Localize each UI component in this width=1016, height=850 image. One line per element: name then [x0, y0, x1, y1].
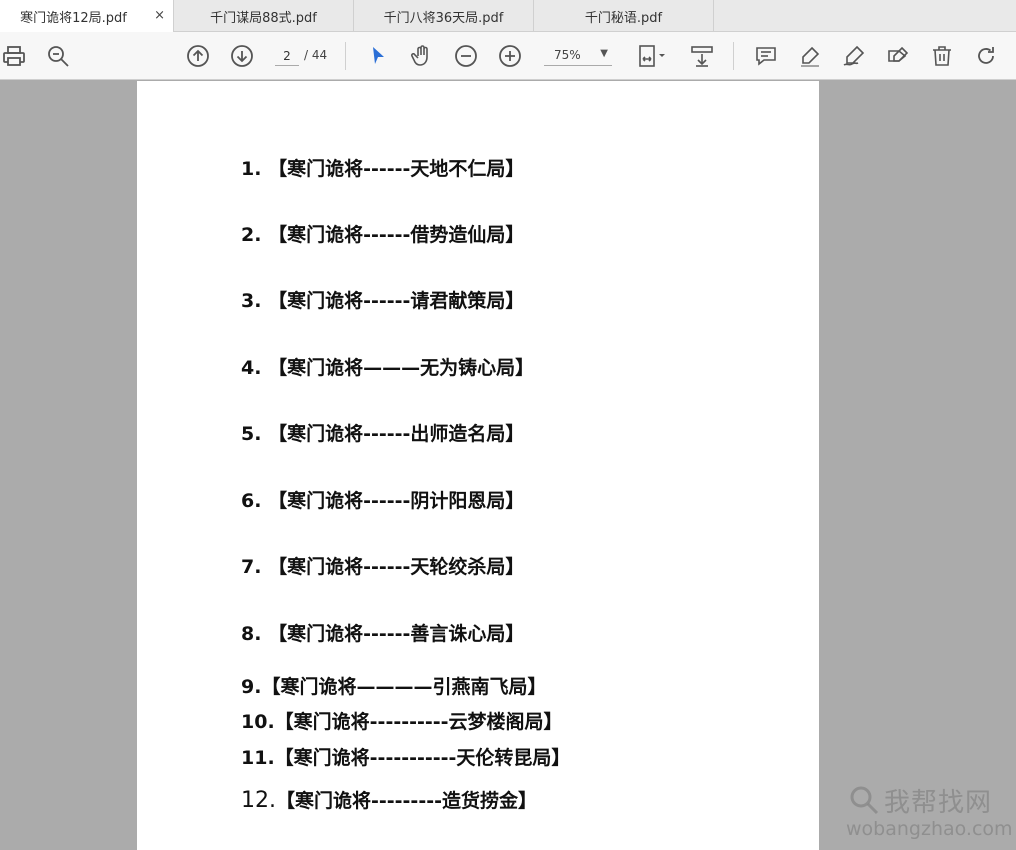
- tab-label: 千门秘语.pdf: [584, 10, 663, 26]
- list-item: 12.【寒门诡将---------造货捞金】: [241, 788, 537, 813]
- tab-label: 千门八将36天局.pdf: [383, 10, 504, 26]
- close-icon[interactable]: ×: [154, 8, 165, 23]
- watermark-url: wobangzhao.com: [846, 818, 1013, 840]
- next-page-icon[interactable]: [228, 42, 256, 70]
- list-item: 1. 【寒门诡将------天地不仁局】: [241, 158, 525, 180]
- zoom-select[interactable]: 75% ▼: [544, 46, 612, 66]
- list-item: 11.【寒门诡将-----------天伦转昆局】: [241, 747, 571, 769]
- toolbar: / 44 75% ▼: [0, 32, 1016, 80]
- separator: [733, 42, 734, 70]
- chevron-down-icon: ▼: [600, 48, 608, 59]
- redo-icon[interactable]: [972, 42, 1000, 70]
- tab-qianmen-miyu[interactable]: 千门秘语.pdf: [534, 0, 714, 32]
- list-item: 6. 【寒门诡将------阴计阳恩局】: [241, 490, 525, 512]
- page-number-input[interactable]: [275, 46, 299, 66]
- list-item: 9.【寒门诡将————引燕南飞局】: [241, 676, 547, 698]
- tab-bar: 寒门诡将12局.pdf × 千门谋局88式.pdf 千门八将36天局.pdf 千…: [0, 0, 1016, 33]
- hand-icon[interactable]: [408, 42, 436, 70]
- zoom-out-icon[interactable]: [452, 42, 480, 70]
- sign-icon[interactable]: [884, 42, 912, 70]
- list-item: 7. 【寒门诡将------天轮绞杀局】: [241, 556, 525, 578]
- scroll-mode-icon[interactable]: [688, 42, 716, 70]
- page-total: / 44: [304, 48, 328, 62]
- watermark-logo: 我帮找网 wobangzhao.com: [846, 780, 1013, 842]
- fit-page-icon[interactable]: [634, 42, 670, 70]
- magnifier-icon: [850, 786, 879, 815]
- tab-label: 寒门诡将12局.pdf: [20, 11, 127, 26]
- previous-page-icon[interactable]: [184, 42, 212, 70]
- list-item: 2. 【寒门诡将------借势造仙局】: [241, 224, 525, 246]
- highlight-icon[interactable]: [796, 42, 824, 70]
- zoom-value: 75%: [554, 48, 581, 62]
- list-item: 4. 【寒门诡将———无为铸心局】: [241, 357, 535, 379]
- trash-icon[interactable]: [928, 42, 956, 70]
- tab-label: 千门谋局88式.pdf: [210, 10, 317, 26]
- comment-icon[interactable]: [752, 42, 780, 70]
- tab-qianmen-bajiang[interactable]: 千门八将36天局.pdf: [354, 0, 534, 32]
- pdf-page: 1. 【寒门诡将------天地不仁局】 2. 【寒门诡将------借势造仙局…: [137, 81, 819, 850]
- zoom-in-icon[interactable]: [496, 42, 524, 70]
- list-item: 5. 【寒门诡将------出师造名局】: [241, 423, 525, 445]
- list-item: 3. 【寒门诡将------请君献策局】: [241, 290, 525, 312]
- search-icon[interactable]: [44, 42, 72, 70]
- tab-qianmen-mouju[interactable]: 千门谋局88式.pdf: [174, 0, 354, 32]
- select-cursor-icon[interactable]: [364, 42, 392, 70]
- watermark-name: 我帮找网: [884, 788, 993, 818]
- draw-icon[interactable]: [840, 42, 868, 70]
- document-viewer[interactable]: 1. 【寒门诡将------天地不仁局】 2. 【寒门诡将------借势造仙局…: [0, 81, 1016, 850]
- list-item: 10.【寒门诡将----------云梦楼阁局】: [241, 711, 563, 733]
- list-item: 8. 【寒门诡将------善言诛心局】: [241, 623, 525, 645]
- separator: [345, 42, 346, 70]
- print-icon[interactable]: [0, 42, 28, 70]
- tab-hanmen[interactable]: 寒门诡将12局.pdf ×: [0, 0, 174, 33]
